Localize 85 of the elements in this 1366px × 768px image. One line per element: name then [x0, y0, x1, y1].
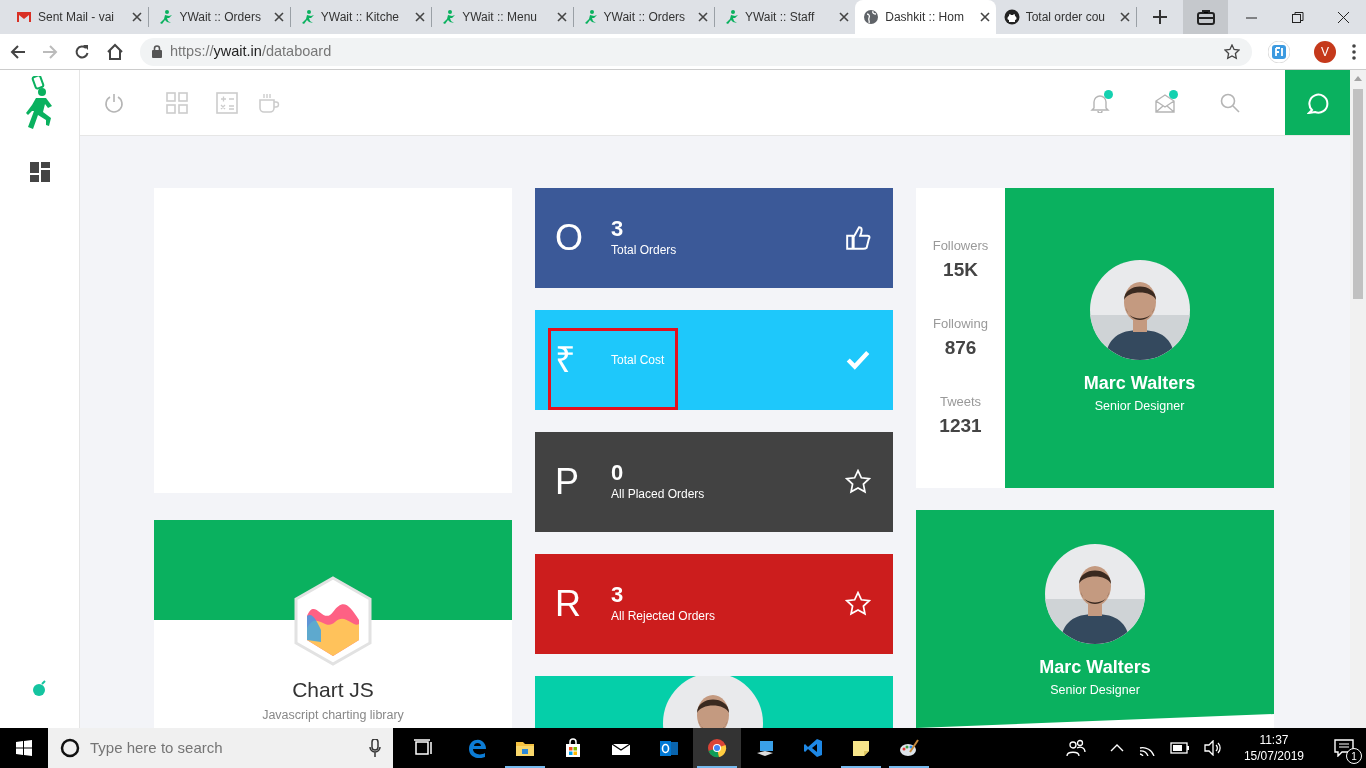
- more-icon[interactable]: [1352, 43, 1356, 60]
- close-icon[interactable]: [273, 12, 284, 22]
- globe-icon: [863, 9, 880, 25]
- stat-label: Tweets: [939, 393, 982, 411]
- home-icon[interactable]: [106, 43, 124, 60]
- close-icon[interactable]: [1335, 9, 1351, 25]
- github-icon: [1003, 9, 1020, 25]
- search-box[interactable]: Type here to search: [48, 728, 393, 768]
- card-letter: O: [555, 216, 584, 260]
- palette-icon: [899, 738, 919, 758]
- stat-label: All Placed Orders: [611, 486, 705, 504]
- stat-value: 1231: [939, 413, 982, 438]
- stat-label: Total Cost: [611, 352, 665, 369]
- close-icon[interactable]: [132, 12, 143, 22]
- browser-tab[interactable]: YWait :: Menu: [432, 0, 573, 34]
- card-letter: R: [555, 582, 582, 626]
- chrome-icon: [707, 738, 727, 758]
- battery-icon[interactable]: [1169, 742, 1190, 754]
- extension-icon[interactable]: [1268, 40, 1290, 63]
- lock-icon: [152, 45, 162, 58]
- gmail-icon: [16, 9, 32, 25]
- browser-tab[interactable]: YWait :: Orders: [149, 0, 290, 34]
- stat-value: 15K: [943, 257, 978, 282]
- chevron-up-icon[interactable]: [1109, 744, 1124, 752]
- stat-value: 3: [611, 582, 625, 608]
- close-icon[interactable]: [697, 12, 708, 22]
- browser-tab[interactable]: Sent Mail - vai: [8, 0, 149, 34]
- card-title: Chart JS: [292, 677, 374, 703]
- profile-name: Marc Walters: [1039, 656, 1151, 679]
- card-letter: P: [555, 460, 580, 504]
- close-icon[interactable]: [556, 12, 567, 22]
- microphone-icon[interactable]: [369, 739, 381, 757]
- star-icon[interactable]: [1224, 43, 1240, 60]
- browser-tab[interactable]: YWait :: Staff: [714, 0, 856, 34]
- scrollbar[interactable]: [1350, 70, 1366, 728]
- browser-tab[interactable]: YWait :: Kitche: [290, 0, 432, 34]
- notification-count: 1: [1346, 748, 1362, 764]
- profile-role: Senior Designer: [1050, 682, 1140, 699]
- close-icon[interactable]: [839, 12, 850, 22]
- clock[interactable]: 11:37 15/07/2019: [1243, 731, 1304, 765]
- browser-icon: [467, 738, 487, 758]
- browser-tab[interactable]: Total order cou: [995, 0, 1137, 34]
- search-field[interactable]: Type here to search: [88, 735, 369, 761]
- chat-icon: [1306, 91, 1329, 114]
- shopping-bag-icon: [563, 738, 583, 758]
- browser-tab[interactable]: Dashkit :: Hom: [855, 0, 996, 34]
- cortana-icon: [60, 738, 80, 758]
- new-tab-icon[interactable]: [1153, 10, 1168, 24]
- star-icon: [845, 591, 871, 617]
- address-field[interactable]: https://ywait.in/databoard: [140, 37, 1252, 66]
- stat-value: 3: [611, 216, 625, 242]
- volume-icon[interactable]: [1203, 740, 1222, 756]
- profile-role: Senior Designer: [1094, 398, 1185, 416]
- outlook-icon: [659, 738, 679, 758]
- stat-label: All Rejected Orders: [611, 608, 716, 626]
- thumbs-up-icon: [845, 225, 871, 251]
- computer-icon: [755, 738, 775, 758]
- sticky-note-icon: [851, 738, 871, 758]
- dashboard-icon[interactable]: [29, 162, 50, 182]
- windows-icon[interactable]: [16, 740, 32, 756]
- stat-label: Total Orders: [611, 242, 677, 260]
- notification-icon[interactable]: [1334, 739, 1354, 757]
- back-icon[interactable]: [10, 43, 26, 60]
- close-icon[interactable]: [979, 12, 990, 22]
- stat-label: Followers: [932, 237, 989, 255]
- briefcase-icon[interactable]: [1196, 9, 1215, 25]
- stat-value: 876: [944, 335, 977, 360]
- restore-icon[interactable]: [1289, 9, 1305, 25]
- profile-name: Marc Walters: [1083, 372, 1196, 396]
- card-subtitle: Javascript charting library: [262, 706, 404, 724]
- profile-avatar[interactable]: V: [1314, 40, 1336, 63]
- url-text: https://ywait.in/databoard: [170, 41, 332, 61]
- taskbar-button[interactable]: [693, 728, 741, 768]
- scrollbar-thumb[interactable]: [1353, 89, 1363, 299]
- reload-icon[interactable]: [74, 43, 90, 60]
- task-view-icon: [413, 738, 433, 758]
- card-letter: ₹: [555, 338, 577, 382]
- browser-tab[interactable]: YWait :: Orders: [573, 0, 714, 34]
- star-icon: [845, 469, 871, 495]
- close-icon[interactable]: [415, 12, 426, 22]
- close-icon[interactable]: [1120, 12, 1131, 22]
- stat-label: Following: [933, 315, 988, 333]
- code-editor-icon: [803, 738, 823, 758]
- stat-value: 0: [611, 460, 625, 486]
- people-icon[interactable]: [1065, 739, 1086, 757]
